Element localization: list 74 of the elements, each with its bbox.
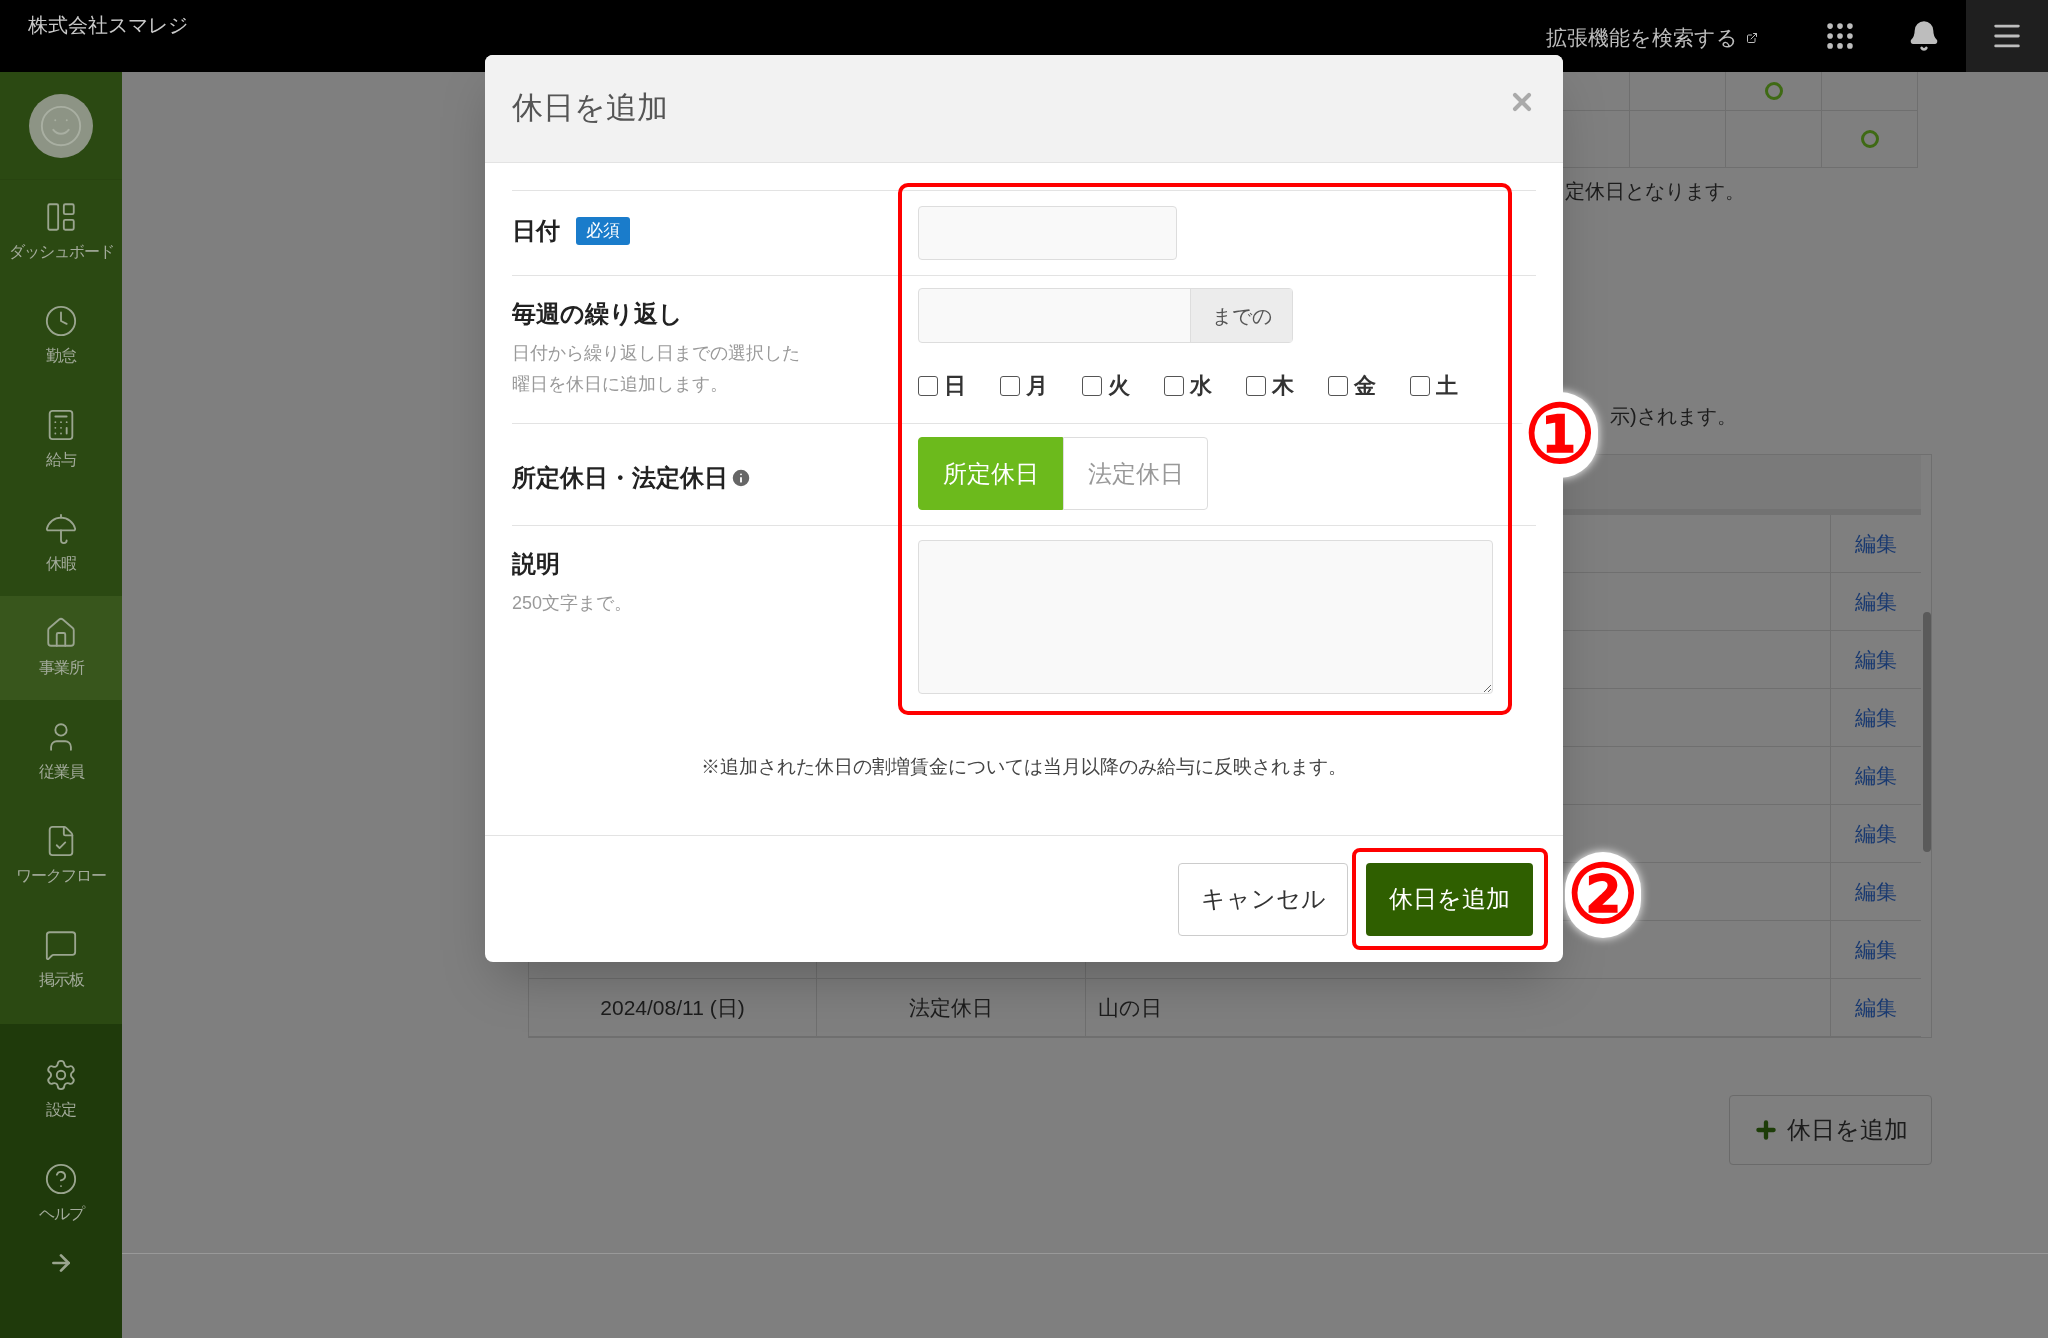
field-hint: 日付から繰り返し日までの選択した曜日を休日に追加します。 <box>512 342 801 396</box>
sidebar-item[interactable]: 掲示板 <box>0 908 122 1012</box>
field-hint: 250文字まで。 <box>512 592 634 615</box>
add-holiday-button[interactable]: 休日を追加 <box>1729 1095 1932 1165</box>
name-cell-text: 山の日 <box>1098 994 1162 1021</box>
home-icon <box>44 616 78 650</box>
plus-icon <box>1753 1117 1779 1143</box>
bell-icon[interactable] <box>1908 20 1940 52</box>
sidebar-item[interactable]: 従業員 <box>0 700 122 804</box>
circle-mark <box>1860 130 1879 148</box>
settings-icon <box>44 1058 78 1092</box>
field-label: 毎週の繰り返し <box>512 299 684 329</box>
sidebar-item[interactable]: ダッシュボード <box>0 180 122 284</box>
weekday-checkbox[interactable]: 火 <box>1082 369 1130 402</box>
note-text: 示)されます。 <box>1610 404 1738 429</box>
sidebar-item[interactable]: 給与 <box>0 388 122 492</box>
note-text: 定休日となります。 <box>1565 179 1746 204</box>
sidebar-item[interactable]: 設定 <box>0 1038 122 1142</box>
holiday-type-toggle[interactable]: 所定休日 <box>918 437 1063 510</box>
edit-link[interactable]: 編集 <box>1855 875 1897 908</box>
repeat-until-field[interactable]: までの <box>918 288 1293 343</box>
circle-mark <box>1764 82 1783 100</box>
sidebar-label: 事業所 <box>38 658 84 678</box>
edit-link[interactable]: 編集 <box>1855 643 1897 676</box>
company-name: 株式会社スマレジ <box>28 13 188 38</box>
field-label: 説明 <box>512 549 561 579</box>
search-extensions-link[interactable]: 拡張機能を検索する <box>1546 24 1758 52</box>
sidebar-label: ヘルプ <box>38 1204 84 1224</box>
dialog-title: 休日を追加 <box>512 89 668 128</box>
sidebar-label: 給与 <box>46 450 76 470</box>
sidebar-label: 休暇 <box>46 554 76 574</box>
edit-link[interactable]: 編集 <box>1855 585 1897 618</box>
weekday-checkbox[interactable]: 土 <box>1410 369 1458 402</box>
scrollbar[interactable] <box>1923 612 1931 852</box>
sidebar-label: ワークフロー <box>16 866 106 886</box>
help-icon <box>44 1162 78 1196</box>
sidebar-label: 勤怠 <box>46 346 76 366</box>
weekday-checkbox[interactable]: 月 <box>1000 369 1048 402</box>
weekday-checkbox[interactable]: 金 <box>1328 369 1376 402</box>
sidebar-label: ダッシュボード <box>8 242 114 262</box>
sidebar-item[interactable]: 事業所 <box>0 596 122 700</box>
edit-link[interactable]: 編集 <box>1855 759 1897 792</box>
edit-link[interactable]: 編集 <box>1855 701 1897 734</box>
weekday-checkbox[interactable]: 日 <box>918 369 966 402</box>
dashboard-icon <box>44 200 78 234</box>
field-label: 日付 <box>512 216 560 246</box>
info-icon[interactable] <box>730 467 752 489</box>
sidebar-label: 掲示板 <box>38 970 84 990</box>
weekday-checkbox[interactable]: 水 <box>1164 369 1212 402</box>
sidebar-item[interactable]: ワークフロー <box>0 804 122 908</box>
sidebar-label: 従業員 <box>38 762 84 782</box>
field-label: 所定休日・法定休日 <box>512 463 728 493</box>
input-addon: までの <box>1190 289 1292 342</box>
sidebar-item[interactable]: ヘルプ <box>0 1142 122 1246</box>
sidebar-item[interactable]: 勤怠 <box>0 284 122 388</box>
clock-icon <box>44 304 78 338</box>
edit-link[interactable]: 編集 <box>1855 991 1897 1024</box>
date-cell-text: 2024/08/11 (日) <box>600 994 745 1021</box>
message-icon <box>44 928 78 962</box>
notice-text: ※追加された休日の割増賃金については当月以降のみ給与に反映されます。 <box>700 755 1348 779</box>
required-badge: 必須 <box>576 217 630 245</box>
date-input[interactable] <box>918 206 1177 260</box>
sidebar-label: 設定 <box>46 1100 76 1120</box>
weekday-checkbox[interactable]: 木 <box>1246 369 1294 402</box>
edit-link[interactable]: 編集 <box>1855 817 1897 850</box>
edit-link[interactable]: 編集 <box>1855 933 1897 966</box>
cancel-button[interactable]: キャンセル <box>1178 862 1348 936</box>
sidebar-item[interactable]: 休暇 <box>0 492 122 596</box>
external-link-icon <box>1746 32 1758 44</box>
add-holiday-button[interactable]: 休日を追加 <box>1366 862 1533 936</box>
type-cell-text: 法定休日 <box>909 994 993 1021</box>
edit-link[interactable]: 編集 <box>1855 527 1897 560</box>
holiday-type-toggle[interactable]: 法定休日 <box>1063 437 1208 510</box>
beach-umbrella-icon <box>44 512 78 546</box>
